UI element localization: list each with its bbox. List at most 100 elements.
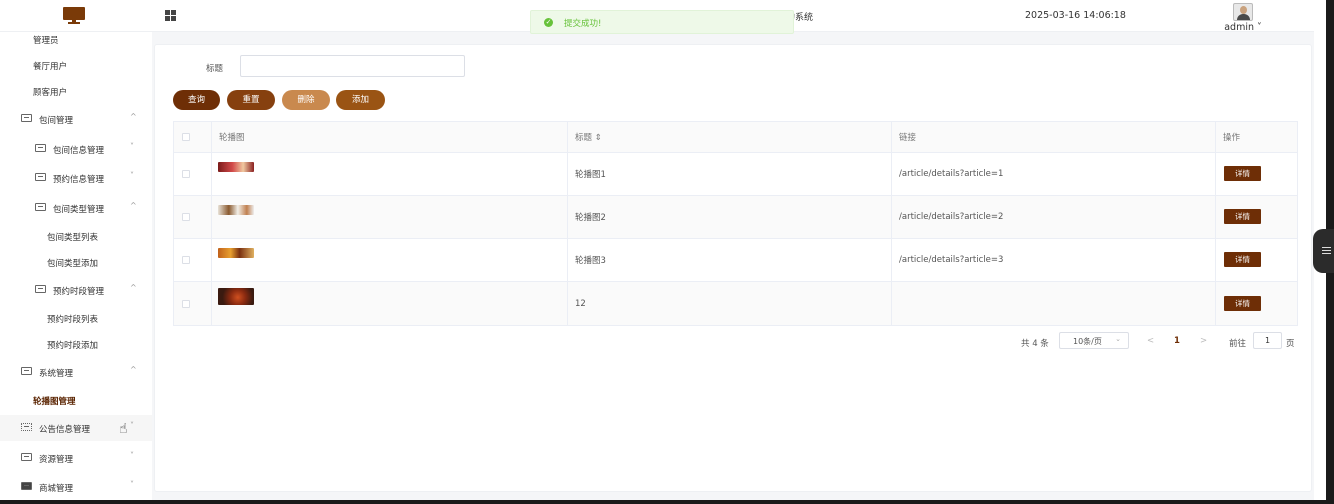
main-panel: 标题 查询 重置 删除 添加 轮播图 标题 ⇕ 链接 操作 轮播图1 /arti… [154, 44, 1312, 492]
detail-button[interactable]: 详情 [1224, 166, 1261, 181]
toast-message: 提交成功! [564, 19, 602, 29]
side-drawer-handle[interactable] [1313, 229, 1334, 273]
sidebar-item-label: 预约时段添加 [47, 341, 99, 351]
row-checkbox[interactable] [182, 170, 190, 178]
menu-icon [35, 144, 46, 152]
folder-icon [21, 367, 32, 375]
success-check-icon: ✓ [544, 18, 553, 27]
sidebar-item-time-slot-add[interactable]: 预约时段添加 [0, 331, 152, 357]
sidebar-subgroup-reservation-info[interactable]: 预约信息管理 ˅ [0, 165, 152, 191]
sidebar-group-system-management[interactable]: 系统管理 ^ [0, 359, 152, 385]
sidebar-item-label: 餐厅用户 [33, 62, 68, 72]
carousel-image [218, 288, 254, 305]
chevron-up-icon: ^ [130, 365, 137, 374]
row-title: 轮播图2 [575, 213, 606, 223]
sidebar-item-label: 预约时段管理 [53, 287, 105, 297]
chevron-down-icon: ˅ [130, 451, 134, 460]
avatar[interactable] [1233, 3, 1253, 21]
page-size-value: 10条/页 [1073, 337, 1102, 346]
menu-icon [35, 285, 46, 293]
sidebar-subgroup-time-slot[interactable]: 预约时段管理 ^ [0, 277, 152, 303]
sidebar-subgroup-room-info[interactable]: 包间信息管理 ˅ [0, 136, 152, 162]
prev-page-button[interactable]: < [1147, 336, 1154, 346]
row-link: /article/details?article=2 [899, 212, 1004, 222]
chevron-down-icon: ⌄ [1115, 335, 1121, 343]
chevron-up-icon: ^ [130, 283, 137, 292]
delete-button[interactable]: 删除 [282, 90, 330, 110]
table-row: 轮播图3 /article/details?article=3 详情 [174, 239, 1297, 282]
user-menu[interactable]: admin ˅ [1224, 3, 1262, 33]
sidebar-group-room-management[interactable]: 包间管理 ^ [0, 106, 152, 132]
chevron-down-icon: ˅ [130, 142, 134, 151]
sidebar-item-room-type-list[interactable]: 包间类型列表 [0, 223, 152, 249]
sidebar-item-customer-users[interactable]: 顾客用户 [0, 78, 152, 104]
loading-icon [21, 423, 32, 431]
sidebar-group-announcement-management[interactable]: 公告信息管理 ˅ [0, 415, 152, 441]
sidebar-item-label: 预约信息管理 [53, 175, 105, 185]
goto-page-input[interactable]: 1 [1253, 332, 1282, 349]
carousel-image [218, 205, 254, 215]
query-button[interactable]: 查询 [173, 90, 220, 110]
sidebar-item-restaurant-users[interactable]: 餐厅用户 [0, 52, 152, 78]
menu-icon [35, 173, 46, 181]
row-checkbox[interactable] [182, 299, 190, 308]
sidebar-item-label: 系统管理 [39, 369, 74, 379]
row-link: /article/details?article=1 [899, 169, 1004, 179]
shop-icon [21, 482, 32, 490]
sidebar-item-admin[interactable]: 管理员 [0, 26, 152, 52]
sidebar-item-label: 公告信息管理 [39, 425, 91, 435]
carousel-image [218, 248, 254, 258]
column-header-action: 操作 [1223, 133, 1241, 143]
sidebar-group-shop-management[interactable]: 商城管理 ˅ [0, 474, 152, 500]
menu-icon [35, 203, 46, 211]
title-filter-input[interactable] [240, 55, 465, 77]
detail-button[interactable]: 详情 [1224, 252, 1261, 267]
sidebar-item-label: 管理员 [33, 36, 59, 46]
page-suffix-label: 页 [1286, 339, 1295, 349]
column-header-image: 轮播图 [219, 133, 245, 143]
add-button[interactable]: 添加 [336, 90, 385, 110]
sidebar-item-label: 包间类型管理 [53, 205, 105, 215]
sidebar-item-label: 资源管理 [39, 455, 74, 465]
detail-button[interactable]: 详情 [1224, 209, 1261, 224]
sidebar-item-carousel-management[interactable]: 轮播图管理 [0, 387, 152, 413]
table-row: 轮播图1 /article/details?article=1 详情 [174, 153, 1297, 196]
page-size-select[interactable]: 10条/页 ⌄ [1059, 332, 1129, 349]
next-page-button[interactable]: > [1200, 336, 1207, 346]
sidebar-item-label: 包间类型列表 [47, 233, 99, 243]
sidebar-item-label: 包间管理 [39, 116, 74, 126]
sidebar-subgroup-room-type[interactable]: 包间类型管理 ^ [0, 195, 152, 221]
sidebar-item-room-type-add[interactable]: 包间类型添加 [0, 249, 152, 275]
detail-button[interactable]: 详情 [1224, 295, 1261, 311]
chevron-down-icon: ˅ [130, 421, 134, 430]
sidebar-group-resource-management[interactable]: 资源管理 ˅ [0, 445, 152, 471]
row-title: 轮播图3 [575, 256, 606, 266]
row-link: /article/details?article=3 [899, 255, 1004, 265]
row-title: 12 [575, 298, 586, 309]
carousel-image [218, 162, 254, 172]
table-row: 轮播图2 /article/details?article=2 详情 [174, 196, 1297, 239]
chevron-up-icon: ^ [130, 112, 137, 121]
row-checkbox[interactable] [182, 256, 190, 264]
sidebar: 管理员 餐厅用户 顾客用户 包间管理 ^ 包间信息管理 ˅ 预约信息管理 ˅ 包… [0, 32, 152, 504]
title-filter-label: 标题 [206, 64, 224, 74]
monitor-icon[interactable] [63, 7, 85, 24]
row-checkbox[interactable] [182, 213, 190, 221]
resource-icon [21, 453, 32, 461]
pagination-total: 共 4 条 [1021, 339, 1049, 349]
column-header-title[interactable]: 标题 ⇕ [575, 131, 602, 143]
page-number-current[interactable]: 1 [1174, 336, 1180, 346]
chevron-down-icon: ˅ [130, 171, 134, 180]
user-name[interactable]: admin ˅ [1224, 22, 1262, 33]
sidebar-item-label: 包间信息管理 [53, 146, 105, 156]
goto-label: 前往 [1229, 339, 1247, 349]
sidebar-item-time-slot-list[interactable]: 预约时段列表 [0, 305, 152, 331]
menu-icon [21, 114, 32, 122]
select-all-checkbox[interactable] [182, 133, 190, 141]
reset-button[interactable]: 重置 [227, 90, 275, 110]
grid-icon[interactable] [165, 10, 176, 21]
table-row: 12 详情 [174, 282, 1297, 325]
sidebar-item-label: 轮播图管理 [33, 397, 76, 407]
current-datetime: 2025-03-16 14:06:18 [1025, 10, 1126, 21]
sidebar-item-label: 商城管理 [39, 484, 74, 494]
